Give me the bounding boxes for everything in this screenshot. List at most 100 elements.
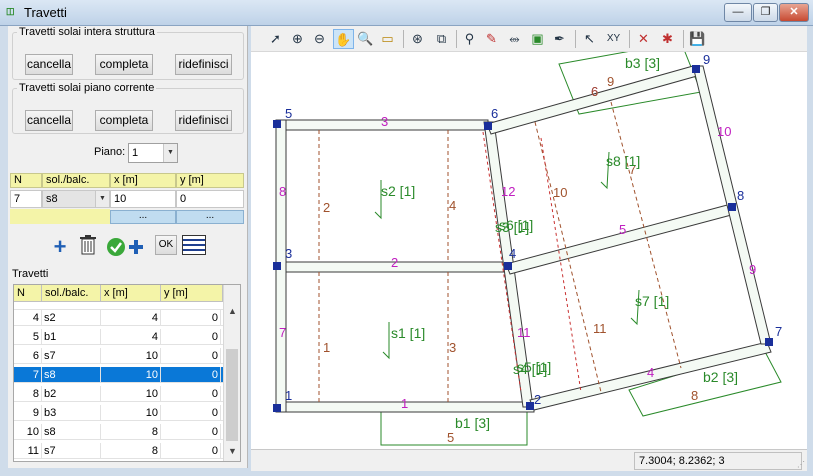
joist-label: 6 — [591, 84, 598, 99]
col-n: N — [14, 285, 42, 301]
joist-label: 1 — [323, 340, 330, 355]
resize-grip-icon[interactable]: ⋰ — [797, 460, 805, 469]
completa-piano-button[interactable]: completa — [95, 110, 153, 131]
joist-label: 4 — [449, 198, 456, 213]
balcony-label: b2 [3] — [703, 369, 738, 385]
balcony-label: b1 [3] — [455, 415, 490, 431]
slab-label: s1 [1] — [391, 325, 425, 341]
edit-y-field[interactable]: 0 — [176, 190, 244, 208]
slab-label: s4 [1] — [513, 361, 547, 377]
group-piano-legend: Travetti solai piano corrente — [19, 82, 155, 94]
zoom-out-icon[interactable]: ⊖ — [309, 29, 330, 49]
edit-header-x: x [m] — [110, 173, 176, 188]
cell-y: 0 — [161, 367, 221, 383]
maximize-button[interactable]: ❐ — [753, 3, 778, 22]
table-row[interactable]: 10 s8 8 0 — [14, 424, 223, 440]
color-fill-icon[interactable]: ✎ — [481, 29, 502, 49]
ridefinisci-piano-button[interactable]: ridefinisci — [175, 110, 232, 131]
node-label: 4 — [509, 246, 516, 261]
edit-sol-select[interactable]: s8 ▼ — [42, 190, 110, 208]
add-icon[interactable]: + — [48, 236, 72, 258]
title-bar: ◫ Travetti — ❐ ✕ — [0, 0, 813, 26]
cursor-icon[interactable]: ➚ — [265, 29, 286, 49]
table-row[interactable]: 9 b3 10 0 — [14, 405, 223, 421]
slab-label: s2 [1] — [381, 183, 415, 199]
zoom-in-icon[interactable]: ⊕ — [287, 29, 308, 49]
cell-y: 0 — [161, 424, 221, 440]
zoom-extents-icon[interactable]: ⊛ — [407, 29, 428, 49]
status-bar: 7.3004; 8.2362; 3 ⋰ — [251, 449, 807, 471]
cancella-piano-button[interactable]: cancella — [25, 110, 73, 131]
zoom-window-icon[interactable]: 🔍 — [355, 29, 376, 49]
scroll-up-icon[interactable]: ▲ — [224, 303, 240, 320]
paint-icon[interactable]: ⥈ — [504, 29, 525, 49]
edit-header-n: N — [10, 173, 42, 188]
edge-label: 8 — [279, 184, 286, 199]
completa-struttura-button[interactable]: completa — [95, 54, 153, 75]
slab-label: s7 [1] — [635, 293, 669, 309]
travetti-table: N sol./balc. x [m] y [m] 4 s2 4 0 5 b1 4 0 6 s7 10… — [13, 284, 241, 462]
delete-beam-icon[interactable]: ✕ — [633, 29, 654, 49]
select-icon[interactable]: ↖ — [579, 29, 600, 49]
ridefinisci-struttura-button[interactable]: ridefinisci — [175, 54, 232, 75]
left-panel: Travetti solai intera struttura cancella… — [8, 26, 248, 468]
cell-n: 6 — [14, 348, 42, 364]
table-row[interactable]: 7 s8 10 0 — [14, 367, 223, 383]
node-label: 8 — [737, 188, 744, 203]
chevron-down-icon[interactable]: ▼ — [163, 144, 177, 162]
table-row[interactable]: 11 s7 8 0 — [14, 443, 223, 459]
table-row[interactable]: 4 s2 4 0 — [14, 310, 223, 326]
chevron-down-icon[interactable]: ▼ — [95, 191, 109, 207]
image-icon[interactable]: ▣ — [527, 29, 548, 49]
toolbar-separator — [629, 30, 630, 48]
ok-button[interactable]: OK — [155, 235, 177, 255]
xy-icon[interactable]: XY — [603, 29, 624, 49]
edge-label: 10 — [717, 124, 731, 139]
edge-label: 4 — [647, 365, 654, 380]
coords-readout: 7.3004; 8.2362; 3 — [634, 452, 802, 470]
minimize-button[interactable]: — — [724, 3, 752, 22]
trash-icon[interactable] — [76, 235, 100, 257]
cell-y: 0 — [161, 405, 221, 421]
cell-n: 8 — [14, 386, 42, 402]
col-x: x [m] — [101, 285, 161, 301]
edit-footer — [10, 209, 110, 224]
cell-sol: b2 — [42, 386, 101, 402]
scroll-thumb[interactable] — [226, 349, 238, 441]
cancella-struttura-button[interactable]: cancella — [25, 54, 73, 75]
cell-sol: s8 — [42, 367, 101, 383]
pen-icon[interactable]: ✒ — [549, 29, 570, 49]
group-piano: Travetti solai piano corrente cancella c… — [12, 82, 244, 134]
edit-x-field[interactable]: 10 — [110, 190, 176, 208]
cell-x: 10 — [101, 386, 161, 402]
table-row[interactable]: 5 b1 4 0 — [14, 329, 223, 345]
cell-x: 10 — [101, 405, 161, 421]
pick-y-button[interactable]: ... — [176, 210, 244, 224]
node-label: 6 — [491, 106, 498, 121]
piano-select[interactable]: 1 ▼ — [128, 143, 178, 163]
cell-y: 0 — [161, 329, 221, 345]
balcony-label: b3 [3] — [625, 55, 660, 71]
joist-label: 2 — [323, 200, 330, 215]
pick-x-button[interactable]: ... — [110, 210, 176, 224]
pan-hand-icon[interactable]: ✋ — [333, 29, 354, 49]
measure-icon[interactable]: ▭ — [377, 29, 398, 49]
table-row[interactable]: 8 b2 10 0 — [14, 386, 223, 402]
toolbar-separator — [575, 30, 576, 48]
edit-n-field[interactable]: 7 — [10, 190, 42, 208]
scroll-down-icon[interactable]: ▼ — [224, 443, 240, 460]
link-icon[interactable]: ⚲ — [459, 29, 480, 49]
table-row-partial[interactable] — [14, 302, 223, 310]
fit-window-icon[interactable]: ⧉ — [431, 29, 452, 49]
drawing-canvas[interactable]: 1 3 5 6 4 2 9 8 7 1 2 3 4 5 6 7 8 9 10 1… — [251, 41, 807, 449]
line-style-icon[interactable] — [182, 235, 206, 255]
edge-label: 12 — [501, 184, 515, 199]
check-add-icon[interactable] — [106, 236, 146, 258]
close-button[interactable]: ✕ — [779, 3, 809, 22]
save-icon[interactable]: 💾 — [687, 29, 708, 49]
table-row[interactable]: 6 s7 10 0 — [14, 348, 223, 364]
edit-header-sol: sol./balc. — [42, 173, 110, 188]
vertical-scrollbar[interactable]: ▲ ▼ — [223, 285, 240, 461]
delete-red-icon[interactable]: ✱ — [657, 29, 678, 49]
cell-y: 0 — [161, 310, 221, 326]
